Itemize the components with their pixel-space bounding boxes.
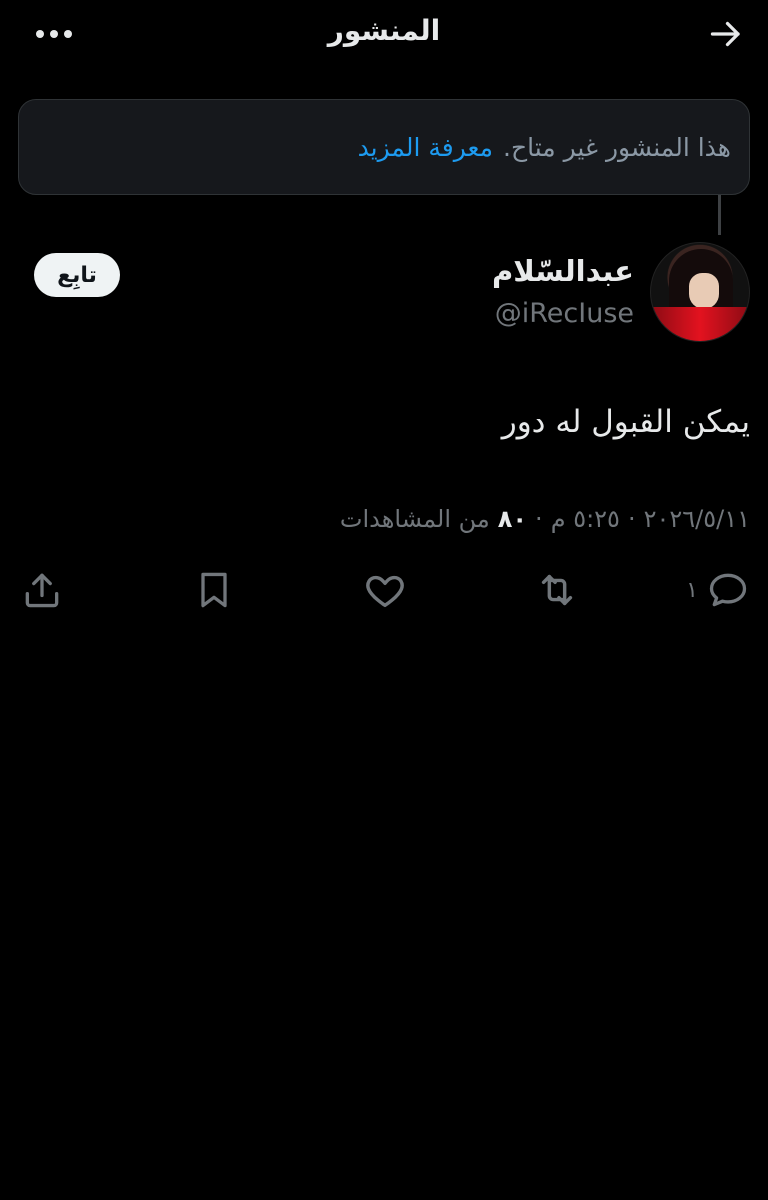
meta-separator: · — [627, 505, 636, 533]
retweet-button[interactable] — [534, 566, 580, 614]
top-bar: المنشور — [0, 0, 768, 66]
meta-separator: · — [535, 505, 543, 533]
more-options-button[interactable] — [30, 14, 78, 54]
follow-button[interactable]: تابِع — [34, 253, 120, 297]
avatar[interactable] — [650, 242, 750, 342]
share-button[interactable] — [20, 566, 64, 614]
bookmark-button[interactable] — [192, 566, 236, 614]
retweet-icon — [534, 567, 580, 613]
unavailable-post-notice: هذا المنشور غير متاح. معرفة المزيد — [18, 99, 750, 195]
post-metadata: ٢٠٢٦/٥/١١ · ٥:٢٥ م · ٨٠ من المشاهدات — [340, 505, 750, 533]
author-handle[interactable]: @iRecIuse — [495, 298, 634, 329]
page-title: المنشور — [327, 14, 441, 47]
bookmark-icon — [192, 568, 236, 612]
action-bar: ١ — [0, 566, 768, 618]
notice-text: هذا المنشور غير متاح. — [503, 132, 731, 162]
views-label: من المشاهدات — [339, 505, 490, 533]
heart-icon — [362, 567, 408, 613]
reply-icon — [706, 568, 750, 612]
reply-count: ١ — [686, 577, 698, 603]
post-time[interactable]: ٥:٢٥ م — [551, 505, 620, 533]
like-button[interactable] — [362, 566, 408, 614]
author-display-name[interactable]: عبدالسّلام — [492, 254, 634, 288]
post-date[interactable]: ٢٠٢٦/٥/١١ — [644, 505, 750, 533]
reply-button[interactable]: ١ — [686, 566, 750, 614]
post-detail-page: المنشور هذا المنشور غير متاح. معرفة المز… — [0, 0, 768, 1200]
thread-connector-line — [718, 195, 721, 235]
more-horizontal-icon — [34, 28, 74, 40]
views-count: ٨٠ — [497, 505, 528, 533]
share-icon — [20, 568, 64, 612]
learn-more-link[interactable]: معرفة المزيد — [358, 133, 493, 162]
post-text: يمكن القبول له دور — [501, 404, 750, 440]
